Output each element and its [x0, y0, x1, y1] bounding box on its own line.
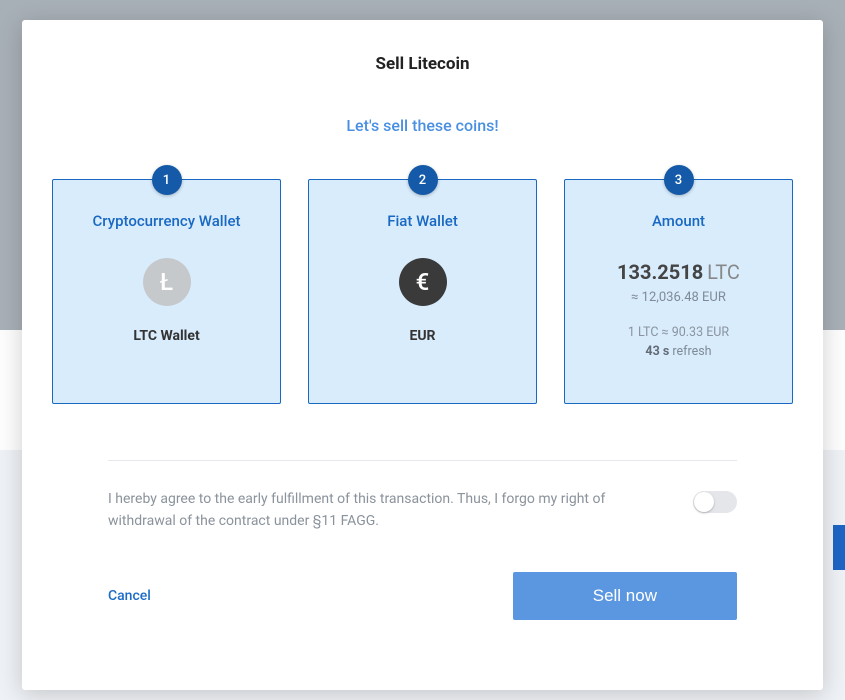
refresh-timer: 43 s refresh — [575, 344, 782, 359]
amount-value: 133.2518 — [617, 260, 703, 284]
step-badge-1: 1 — [152, 165, 182, 195]
litecoin-icon: Ł — [143, 258, 191, 306]
agreement-text: I hereby agree to the early fulfillment … — [108, 489, 669, 532]
sell-modal: Sell Litecoin Let's sell these coins! 1 … — [22, 20, 823, 690]
crypto-wallet-card[interactable]: 1 Cryptocurrency Wallet Ł LTC Wallet — [52, 179, 281, 404]
amount-title: Amount — [575, 212, 782, 230]
crypto-wallet-title: Cryptocurrency Wallet — [63, 212, 270, 230]
toggle-knob — [694, 492, 714, 512]
sell-now-button[interactable]: Sell now — [513, 572, 737, 620]
divider — [108, 460, 737, 461]
fiat-wallet-name: EUR — [319, 328, 526, 344]
amount-card[interactable]: 3 Amount 133.2518LTC ≈ 12,036.48 EUR 1 L… — [564, 179, 793, 404]
fiat-wallet-card[interactable]: 2 Fiat Wallet € EUR — [308, 179, 537, 404]
amount-primary: 133.2518LTC — [575, 260, 782, 284]
amount-approx: ≈ 12,036.48 EUR — [575, 290, 782, 305]
modal-title: Sell Litecoin — [52, 54, 793, 74]
step-cards: 1 Cryptocurrency Wallet Ł LTC Wallet 2 F… — [52, 179, 793, 404]
crypto-wallet-name: LTC Wallet — [63, 328, 270, 344]
fiat-wallet-title: Fiat Wallet — [319, 212, 526, 230]
cancel-button[interactable]: Cancel — [108, 588, 151, 604]
step-badge-3: 3 — [664, 165, 694, 195]
amount-rate: 1 LTC ≈ 90.33 EUR — [575, 325, 782, 340]
step-badge-2: 2 — [408, 165, 438, 195]
euro-icon: € — [399, 258, 447, 306]
agreement-toggle[interactable] — [693, 491, 737, 513]
amount-currency: LTC — [707, 260, 740, 284]
modal-subtitle: Let's sell these coins! — [52, 116, 793, 135]
